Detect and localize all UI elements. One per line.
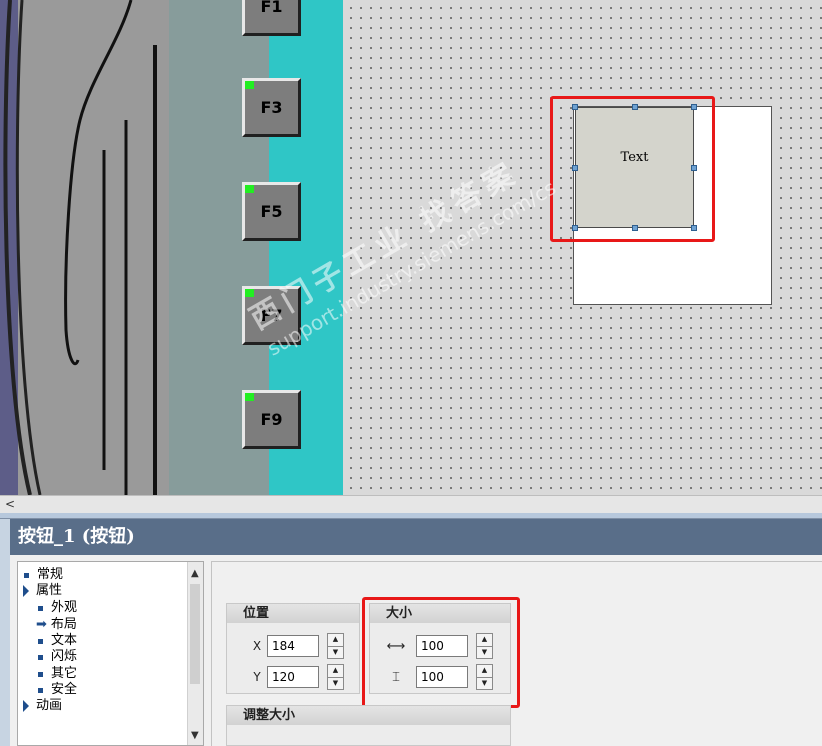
function-key-f3[interactable]: F3 — [242, 78, 301, 137]
resize-handle[interactable] — [691, 225, 697, 231]
expand-triangle-icon — [23, 585, 29, 597]
button-object[interactable]: Text — [575, 107, 694, 228]
led-indicator — [245, 393, 254, 401]
spin-down-icon[interactable]: ▼ — [476, 646, 493, 659]
resize-handle[interactable] — [632, 225, 638, 231]
scroll-left-button[interactable]: < — [2, 497, 18, 512]
scroll-thumb[interactable] — [190, 584, 200, 684]
width-row: ⟷ 100 ▲ ▼ — [386, 632, 493, 660]
properties-title: 按钮_1 (按钮) — [10, 519, 822, 555]
horizontal-scrollbar[interactable]: < — [0, 495, 822, 513]
resize-handle[interactable] — [572, 225, 578, 231]
width-input[interactable]: 100 — [416, 635, 468, 657]
scroll-up-icon[interactable]: ▲ — [191, 568, 199, 579]
panel-edge — [0, 519, 10, 746]
position-group: 位置 X 184 ▲ ▼ Y 120 ▲ ▼ — [226, 603, 360, 694]
spin-up-icon[interactable]: ▲ — [327, 664, 344, 678]
screen-canvas[interactable]: F1 F3 F5 F7 F9 Text 西门子工业 找答案 support.in… — [0, 0, 822, 495]
height-spinner[interactable]: ▲ ▼ — [476, 664, 493, 690]
tree-item-misc[interactable]: 其它 — [38, 666, 77, 682]
tree-item-security[interactable]: 安全 — [38, 682, 77, 698]
width-spinner[interactable]: ▲ ▼ — [476, 633, 493, 659]
y-spinner[interactable]: ▲ ▼ — [327, 664, 344, 690]
height-input[interactable]: 100 — [416, 666, 468, 688]
spin-down-icon[interactable]: ▼ — [327, 677, 344, 690]
y-label: Y — [253, 670, 261, 684]
tree-item-appearance[interactable]: 外观 — [38, 600, 77, 616]
resize-handle[interactable] — [572, 165, 578, 171]
height-arrows-icon: ⌶ — [392, 669, 400, 685]
function-key-f9[interactable]: F9 — [242, 390, 301, 449]
resize-group-title: 调整大小 — [227, 706, 510, 725]
function-key-f5[interactable]: F5 — [242, 182, 301, 241]
bullet-icon — [38, 687, 43, 693]
resize-handle[interactable] — [572, 104, 578, 110]
bullet-icon — [38, 605, 43, 611]
width-arrows-icon: ⟷ — [386, 638, 406, 654]
selected-arrow-icon: ➡ — [36, 617, 47, 632]
position-group-title: 位置 — [227, 604, 359, 623]
device-face-drawing — [0, 0, 169, 495]
x-spinner[interactable]: ▲ ▼ — [327, 633, 344, 659]
x-row: X 184 ▲ ▼ — [247, 632, 344, 660]
button-object-text: Text — [620, 150, 649, 165]
spin-down-icon[interactable]: ▼ — [327, 646, 344, 659]
scroll-down-icon[interactable]: ▼ — [191, 730, 199, 741]
led-indicator — [245, 81, 254, 89]
tree-item-layout[interactable]: ➡ 布局 — [36, 617, 77, 633]
tree-item-text[interactable]: 文本 — [38, 633, 77, 649]
x-input[interactable]: 184 — [267, 635, 319, 657]
y-row: Y 120 ▲ ▼ — [247, 663, 344, 691]
spin-up-icon[interactable]: ▲ — [476, 633, 493, 647]
resize-group: 调整大小 — [226, 705, 511, 746]
resize-handle[interactable] — [691, 104, 697, 110]
bullet-icon — [38, 654, 43, 660]
function-key-f1[interactable]: F1 — [242, 0, 301, 36]
bullet-icon — [38, 638, 43, 644]
x-label: X — [252, 639, 262, 653]
size-group: 大小 ⟷ 100 ▲ ▼ ⌶ 100 ▲ ▼ — [369, 603, 511, 694]
size-group-title: 大小 — [370, 604, 510, 623]
property-category-tree[interactable]: 常规 属性 外观 ➡ 布局 文本 闪烁 其它 安全 动画 ▲ ▼ — [17, 561, 204, 746]
resize-handle[interactable] — [691, 165, 697, 171]
tree-item-animation[interactable]: 动画 — [23, 698, 62, 714]
led-indicator — [245, 289, 254, 297]
tree-item-flashing[interactable]: 闪烁 — [38, 649, 77, 665]
y-input[interactable]: 120 — [267, 666, 319, 688]
tree-vertical-scrollbar[interactable]: ▲ ▼ — [187, 562, 203, 745]
spin-down-icon[interactable]: ▼ — [476, 677, 493, 690]
expand-triangle-icon — [23, 700, 29, 712]
resize-handle[interactable] — [632, 104, 638, 110]
led-indicator — [245, 185, 254, 193]
height-row: ⌶ 100 ▲ ▼ — [386, 663, 493, 691]
spin-up-icon[interactable]: ▲ — [476, 664, 493, 678]
spin-up-icon[interactable]: ▲ — [327, 633, 344, 647]
tree-item-properties[interactable]: 属性 — [23, 583, 62, 599]
tree-item-general[interactable]: 常规 — [24, 567, 63, 583]
bullet-icon — [24, 572, 29, 578]
bullet-icon — [38, 671, 43, 677]
function-key-f7[interactable]: F7 — [242, 286, 301, 345]
